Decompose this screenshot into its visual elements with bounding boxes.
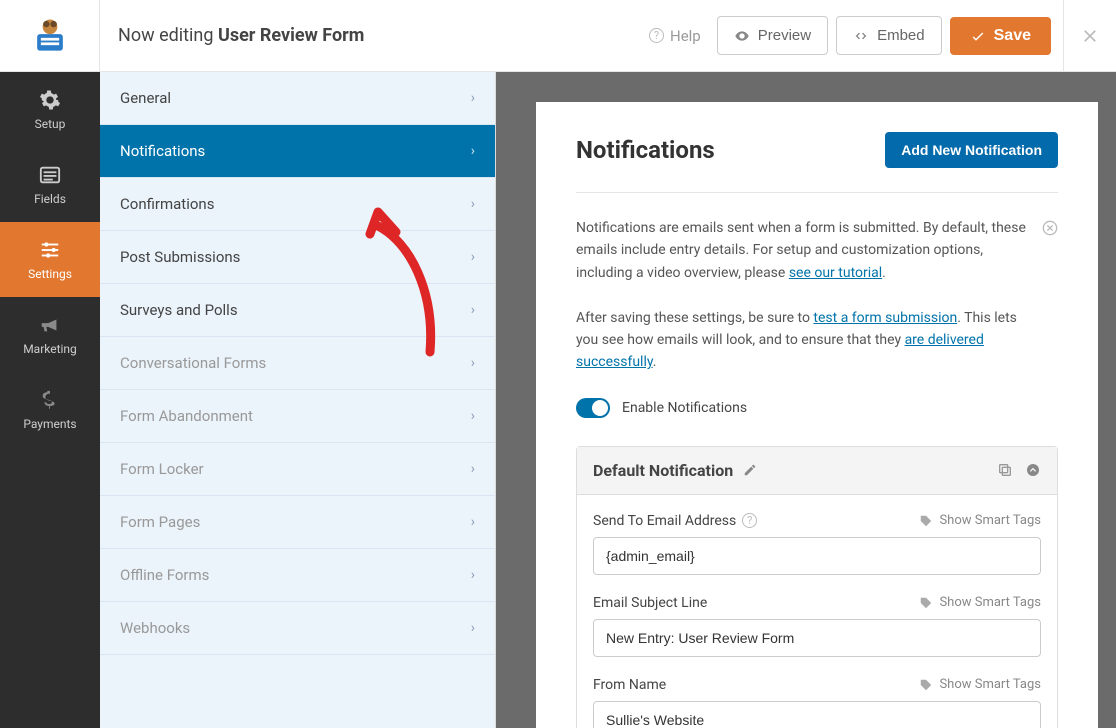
settings-item-form-abandonment[interactable]: Form Abandonment › — [100, 390, 495, 443]
settings-item-label: Conversational Forms — [120, 354, 266, 372]
intro-text: Notifications are emails sent when a for… — [576, 217, 1058, 374]
field-label: Send To Email Address? — [593, 513, 757, 529]
settings-item-label: Offline Forms — [120, 566, 209, 584]
settings-item-label: General — [120, 89, 171, 107]
settings-item-confirmations[interactable]: Confirmations › — [100, 178, 495, 231]
settings-item-surveys-and-polls[interactable]: Surveys and Polls › — [100, 284, 495, 337]
close-circle-icon — [1042, 220, 1058, 236]
editing-label: Now editing User Review Form — [100, 25, 641, 46]
settings-item-form-pages[interactable]: Form Pages › — [100, 496, 495, 549]
settings-item-notifications[interactable]: Notifications › — [100, 125, 495, 178]
settings-item-label: Webhooks — [120, 619, 190, 637]
nav-settings[interactable]: Settings — [0, 222, 100, 297]
add-notification-button[interactable]: Add New Notification — [885, 132, 1058, 168]
show-smart-tags-link[interactable]: Show Smart Tags — [919, 513, 1041, 528]
chevron-right-icon: › — [471, 143, 475, 159]
settings-item-conversational-forms[interactable]: Conversational Forms › — [100, 337, 495, 390]
sliders-icon — [39, 239, 61, 261]
bullhorn-icon — [39, 314, 61, 336]
intro-tutorial-link[interactable]: see our tutorial — [789, 265, 882, 281]
nav-fields[interactable]: Fields — [0, 147, 100, 222]
field-label: Email Subject Line — [593, 595, 707, 611]
nav-payments[interactable]: Payments — [0, 372, 100, 447]
embed-icon — [853, 28, 869, 44]
notification-title: Default Notification — [593, 461, 733, 480]
settings-panel: Notifications Add New Notification Notif… — [536, 102, 1098, 728]
chevron-right-icon: › — [471, 620, 475, 636]
help-link[interactable]: ? Help — [641, 19, 709, 53]
tag-icon — [919, 596, 933, 610]
settings-item-general[interactable]: General › — [100, 72, 495, 125]
field-send-to-email-address: Send To Email Address? Show Smart Tags — [593, 513, 1041, 575]
save-button[interactable]: Save — [950, 17, 1051, 55]
eye-icon — [734, 28, 750, 44]
settings-item-webhooks[interactable]: Webhooks › — [100, 602, 495, 655]
gear-icon — [39, 89, 61, 111]
dollar-icon — [39, 389, 61, 411]
notification-card: Default Notification Send To Email Addre… — [576, 446, 1058, 728]
settings-item-post-submissions[interactable]: Post Submissions › — [100, 231, 495, 284]
nav-marketing[interactable]: Marketing — [0, 297, 100, 372]
settings-item-form-locker[interactable]: Form Locker › — [100, 443, 495, 496]
content-scroll[interactable]: Notifications Add New Notification Notif… — [496, 72, 1116, 728]
enable-notifications-toggle[interactable] — [576, 398, 610, 418]
chevron-right-icon: › — [471, 249, 475, 265]
copy-icon[interactable] — [997, 462, 1013, 478]
settings-item-label: Form Locker — [120, 460, 204, 478]
preview-button[interactable]: Preview — [717, 16, 828, 55]
nav-rail: Setup Fields Settings Marketing Payments — [0, 72, 100, 728]
logo-cell — [0, 0, 100, 72]
field-input[interactable] — [593, 619, 1041, 657]
field-label: From Name — [593, 677, 666, 693]
chevron-right-icon: › — [471, 90, 475, 106]
chevron-right-icon: › — [471, 355, 475, 371]
settings-item-label: Confirmations — [120, 195, 214, 213]
settings-item-label: Post Submissions — [120, 248, 240, 266]
enable-notifications-label: Enable Notifications — [622, 400, 747, 416]
tag-icon — [919, 678, 933, 692]
help-icon[interactable]: ? — [742, 513, 757, 528]
dismiss-intro-button[interactable] — [1042, 217, 1058, 246]
settings-item-label: Notifications — [120, 142, 205, 160]
topbar-actions: ? Help Preview Embed Save — [641, 16, 1063, 55]
show-smart-tags-link[interactable]: Show Smart Tags — [919, 595, 1041, 610]
chevron-right-icon: › — [471, 567, 475, 583]
close-button[interactable] — [1063, 0, 1116, 72]
settings-item-offline-forms[interactable]: Offline Forms › — [100, 549, 495, 602]
settings-item-label: Surveys and Polls — [120, 301, 238, 319]
show-smart-tags-link[interactable]: Show Smart Tags — [919, 677, 1041, 692]
close-icon — [1080, 26, 1100, 46]
field-input[interactable] — [593, 537, 1041, 575]
check-icon — [970, 28, 986, 44]
chevron-up-circle-icon[interactable] — [1025, 462, 1041, 478]
topbar: Now editing User Review Form ? Help Prev… — [0, 0, 1116, 72]
settings-item-label: Form Pages — [120, 513, 200, 531]
chevron-right-icon: › — [471, 408, 475, 424]
field-input[interactable] — [593, 701, 1041, 728]
wpforms-logo-icon — [28, 14, 72, 58]
intro-test-link[interactable]: test a form submission — [813, 310, 957, 326]
help-icon: ? — [649, 28, 664, 43]
embed-button[interactable]: Embed — [836, 16, 942, 55]
chevron-right-icon: › — [471, 196, 475, 212]
nav-setup[interactable]: Setup — [0, 72, 100, 147]
chevron-right-icon: › — [471, 461, 475, 477]
settings-list: General›Notifications›Confirmations›Post… — [100, 72, 496, 728]
settings-item-label: Form Abandonment — [120, 407, 253, 425]
chevron-right-icon: › — [471, 514, 475, 530]
pencil-icon[interactable] — [743, 463, 757, 477]
field-email-subject-line: Email Subject Line Show Smart Tags — [593, 595, 1041, 657]
field-from-name: From Name Show Smart Tags — [593, 677, 1041, 728]
panel-title: Notifications — [576, 136, 715, 164]
notification-body: Send To Email Address?Show Smart TagsEma… — [577, 495, 1057, 728]
chevron-right-icon: › — [471, 302, 475, 318]
tag-icon — [919, 514, 933, 528]
list-icon — [39, 164, 61, 186]
